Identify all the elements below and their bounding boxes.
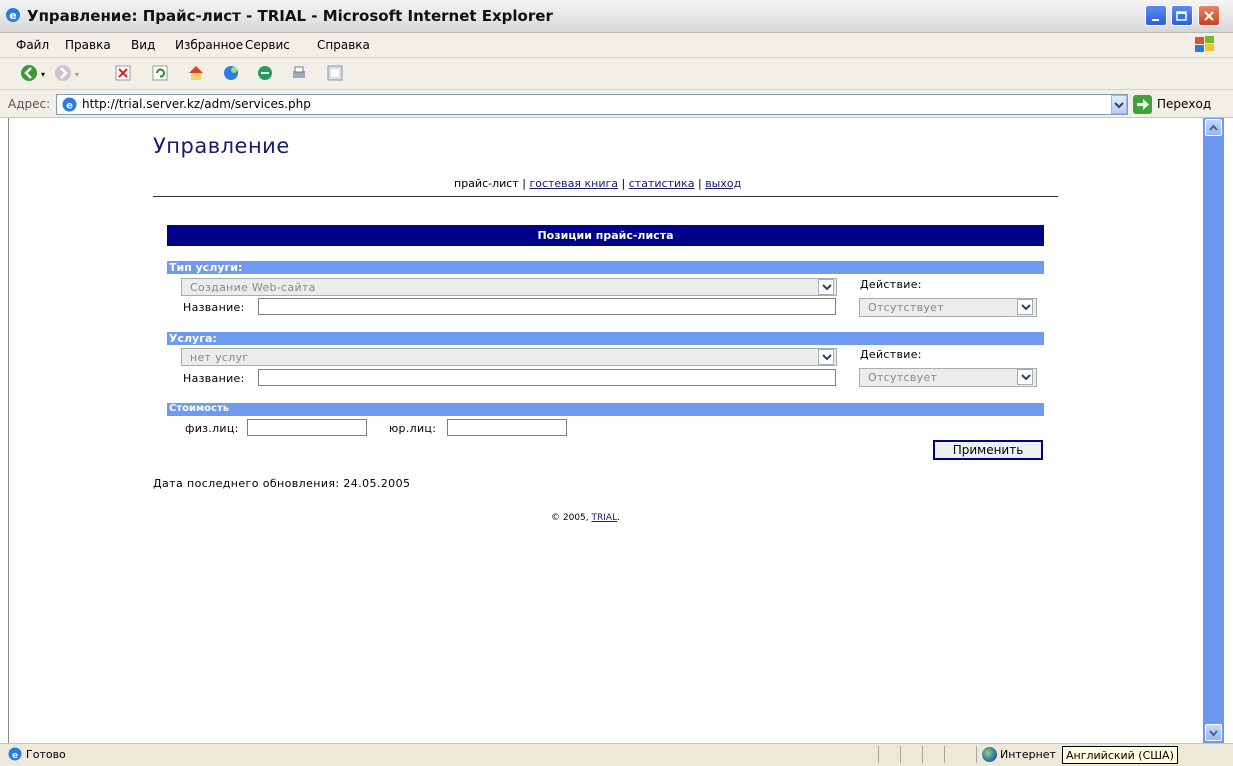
- window-title: Управление: Прайс-лист - TRIAL - Microso…: [27, 7, 553, 25]
- chevron-down-icon[interactable]: [818, 279, 834, 295]
- search-icon[interactable]: [222, 64, 240, 82]
- windows-logo-icon: [1193, 35, 1217, 55]
- cost-label: Стоимость: [169, 403, 230, 414]
- nav-current-pricelist: прайс-лист: [454, 177, 519, 190]
- service-action-select[interactable]: Отсутсвует: [859, 368, 1037, 387]
- page-icon: e: [61, 96, 78, 113]
- menu-edit[interactable]: Правка: [65, 38, 111, 52]
- zone-text: Интернет: [1000, 748, 1056, 761]
- nav-link-guestbook[interactable]: гостевая книга: [529, 177, 618, 190]
- home-icon[interactable]: [187, 64, 205, 82]
- vertical-scrollbar[interactable]: [1203, 118, 1224, 743]
- service-type-bar: [167, 261, 1044, 274]
- chevron-down-icon[interactable]: [1017, 299, 1033, 315]
- nav-separator: |: [697, 177, 702, 190]
- legal-price-input[interactable]: [447, 419, 567, 436]
- service-bar: [167, 332, 1044, 345]
- chevron-down-icon[interactable]: [818, 349, 834, 365]
- chevron-down-icon[interactable]: [1017, 369, 1033, 385]
- go-arrow-icon[interactable]: [1133, 95, 1152, 114]
- nav-separator: |: [522, 177, 526, 190]
- action-label: Действие:: [860, 278, 922, 291]
- top-navigation: прайс-лист | гостевая книга | статистика…: [454, 177, 741, 190]
- svg-text:e: e: [12, 751, 18, 761]
- menu-help[interactable]: Справка: [317, 38, 370, 52]
- status-separator: [900, 746, 901, 763]
- action-label: Действие:: [860, 348, 922, 361]
- legal-label: юр.лиц:: [389, 422, 437, 435]
- toolbar: [0, 58, 1233, 90]
- individual-price-input[interactable]: [247, 419, 367, 436]
- edit-icon[interactable]: [326, 64, 344, 82]
- page-status-icon: e: [7, 746, 23, 762]
- favorites-icon[interactable]: [256, 64, 274, 82]
- footer-link-trial[interactable]: TRIAL: [592, 513, 618, 523]
- maximize-button[interactable]: [1171, 5, 1193, 26]
- service-label: Услуга:: [169, 332, 217, 345]
- status-separator: [976, 746, 977, 763]
- service-type-label: Тип услуги:: [169, 261, 243, 274]
- name-label: Название:: [183, 301, 245, 314]
- divider: [153, 196, 1058, 197]
- language-tooltip: Английский (США): [1062, 746, 1178, 764]
- menu-tools[interactable]: Сервис: [245, 38, 290, 52]
- name-label: Название:: [183, 372, 245, 385]
- service-type-select[interactable]: Создание Web-сайта: [181, 278, 837, 296]
- globe-icon: [982, 747, 997, 762]
- address-dropdown-icon[interactable]: [1111, 95, 1127, 114]
- ie-icon: e: [4, 6, 22, 24]
- menu-favorites[interactable]: Избранное: [175, 38, 243, 52]
- back-dropdown-icon[interactable]: ▾: [41, 70, 45, 79]
- minimize-button[interactable]: [1145, 5, 1167, 26]
- nav-separator: |: [621, 177, 626, 190]
- scroll-down-button[interactable]: [1205, 724, 1222, 741]
- refresh-icon[interactable]: [151, 64, 169, 82]
- service-type-action-select[interactable]: Отсутствует: [859, 298, 1037, 317]
- address-label: Адрес:: [8, 97, 51, 111]
- service-type-name-input[interactable]: [258, 298, 836, 315]
- page-title: Управление: [153, 134, 290, 158]
- forward-dropdown-icon[interactable]: ▾: [75, 70, 79, 79]
- copyright-text: © 2005,: [551, 513, 589, 523]
- status-text: Готово: [26, 748, 66, 761]
- back-icon[interactable]: [20, 64, 38, 82]
- individual-label: физ.лиц:: [185, 422, 239, 435]
- apply-button[interactable]: Применить: [933, 440, 1043, 460]
- nav-link-logout[interactable]: выход: [705, 177, 741, 190]
- print-icon[interactable]: [290, 64, 308, 82]
- forward-icon[interactable]: [54, 64, 72, 82]
- close-button[interactable]: [1198, 5, 1220, 26]
- footer: © 2005, TRIAL.: [551, 513, 620, 523]
- svg-text:e: e: [9, 9, 16, 22]
- status-separator: [922, 746, 923, 763]
- stop-icon[interactable]: [114, 64, 132, 82]
- cost-bar: [167, 403, 1044, 416]
- menu-file[interactable]: Файл: [16, 38, 49, 52]
- menu-view[interactable]: Вид: [131, 38, 155, 52]
- last-updated: Дата последнего обновления: 24.05.2005: [153, 477, 411, 490]
- pricelist-header: Позиции прайс-листа: [167, 225, 1044, 246]
- go-button[interactable]: Переход: [1157, 97, 1211, 111]
- svg-text:e: e: [66, 101, 73, 112]
- footer-suffix: .: [617, 513, 620, 523]
- service-name-input[interactable]: [258, 369, 836, 386]
- status-separator: [878, 746, 879, 763]
- address-url: http://trial.server.kz/adm/services.php: [82, 97, 311, 111]
- scroll-up-button[interactable]: [1205, 119, 1222, 136]
- status-separator: [944, 746, 945, 763]
- nav-link-statistics[interactable]: статистика: [629, 177, 695, 190]
- service-select[interactable]: нет услуг: [181, 348, 837, 366]
